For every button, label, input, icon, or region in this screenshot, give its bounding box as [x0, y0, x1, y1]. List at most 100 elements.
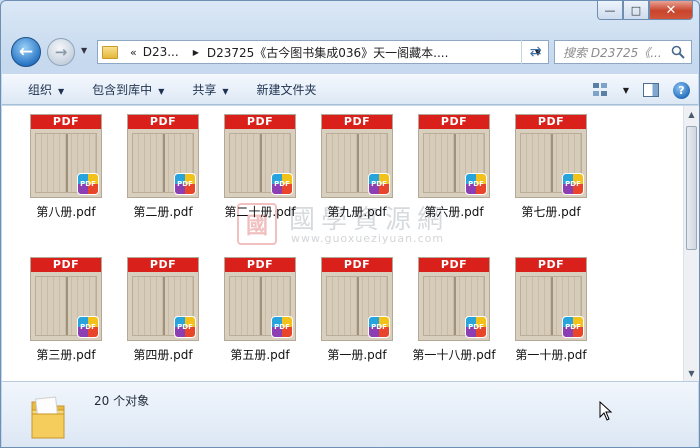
minimize-button[interactable]: — — [597, 1, 623, 20]
help-icon[interactable]: ? — [673, 81, 690, 99]
pdf-thumbnail: PDF PDF — [515, 257, 587, 341]
file-item[interactable]: PDF PDF 第一十八册.pdf — [406, 249, 502, 379]
file-name: 第八册.pdf — [36, 205, 96, 219]
search-placeholder: 搜索 D23725《... — [563, 45, 662, 60]
share-menu[interactable]: 共享 ▼ — [178, 81, 242, 98]
pdf-thumbnail: PDF PDF — [30, 114, 102, 198]
address-bar[interactable]: « D23... ▶ D23725《古今图书集成036》天一阁藏本.... ▼ — [97, 40, 549, 64]
file-item[interactable]: PDF PDF 第二册.pdf — [115, 106, 211, 236]
vertical-scrollbar[interactable]: ▲ ▼ — [683, 106, 699, 381]
file-item[interactable]: PDF PDF 第八册.pdf — [18, 106, 114, 236]
pdf-band-label: PDF — [322, 258, 392, 272]
new-folder-button[interactable]: 新建文件夹 — [243, 81, 331, 98]
pdf-band-label: PDF — [322, 115, 392, 129]
pdf-band-label: PDF — [419, 258, 489, 272]
recent-pages-dropdown[interactable]: ▼ — [81, 46, 87, 55]
file-item[interactable]: PDF PDF 第六册.pdf — [406, 106, 502, 236]
change-view-icon[interactable] — [592, 83, 609, 97]
command-bar: 组织 ▼ 包含到库中 ▼ 共享 ▼ 新建文件夹 ▼ ? — [2, 74, 698, 105]
pdf-band-label: PDF — [516, 258, 586, 272]
pdf-app-icon: PDF — [368, 316, 390, 338]
file-item[interactable]: PDF PDF 第二十册.pdf — [212, 106, 308, 236]
pdf-thumbnail: PDF PDF — [515, 114, 587, 198]
file-item[interactable]: PDF PDF 第一十册.pdf — [503, 249, 599, 379]
pdf-thumbnail: PDF PDF — [127, 257, 199, 341]
file-name: 第二十册.pdf — [224, 205, 296, 219]
back-button[interactable]: ← — [11, 37, 41, 67]
pdf-app-icon: PDF — [77, 173, 99, 195]
file-name: 第四册.pdf — [133, 348, 193, 362]
scrollbar-thumb[interactable] — [686, 126, 697, 250]
pdf-band-label: PDF — [128, 258, 198, 272]
file-name: 第一十八册.pdf — [412, 348, 496, 362]
file-name: 第五册.pdf — [230, 348, 290, 362]
mouse-cursor-icon — [599, 401, 613, 421]
folder-icon — [102, 45, 118, 59]
forward-arrow-icon: → — [54, 43, 68, 61]
chevron-down-icon: ▼ — [58, 87, 65, 96]
refresh-icon: ⇄ — [529, 44, 542, 60]
pdf-thumbnail: PDF PDF — [224, 257, 296, 341]
forward-button[interactable]: → — [47, 38, 75, 66]
scroll-down-arrow-icon[interactable]: ▼ — [684, 365, 699, 381]
pdf-app-icon: PDF — [271, 173, 293, 195]
pdf-app-icon: PDF — [465, 316, 487, 338]
toolbar-right-group: ▼ ? — [592, 75, 690, 105]
address-overflow-chevron[interactable]: « — [130, 46, 137, 59]
file-name: 第一册.pdf — [327, 348, 387, 362]
pdf-app-icon: PDF — [174, 173, 196, 195]
file-name: 第九册.pdf — [327, 205, 387, 219]
explorer-window: — □ ✕ ← → ▼ « D23... ▶ D23725《古今图书集成036》… — [0, 0, 700, 448]
pdf-band-label: PDF — [31, 258, 101, 272]
pdf-band-label: PDF — [225, 115, 295, 129]
search-input[interactable]: 搜索 D23725《... — [554, 40, 692, 64]
back-arrow-icon: ← — [18, 42, 34, 62]
refresh-button[interactable]: ⇄ — [521, 40, 549, 64]
scroll-up-arrow-icon[interactable]: ▲ — [684, 106, 699, 122]
file-item[interactable]: PDF PDF 第一册.pdf — [309, 249, 405, 379]
file-item[interactable]: PDF PDF 第三册.pdf — [18, 249, 114, 379]
pdf-band-label: PDF — [419, 115, 489, 129]
file-item[interactable]: PDF PDF 第四册.pdf — [115, 249, 211, 379]
details-pane: 20 个对象 — [2, 381, 698, 447]
file-item[interactable]: PDF PDF 第五册.pdf — [212, 249, 308, 379]
pdf-app-icon: PDF — [562, 316, 584, 338]
search-icon[interactable] — [671, 45, 685, 59]
file-name: 第六册.pdf — [424, 205, 484, 219]
pdf-app-icon: PDF — [368, 173, 390, 195]
pdf-app-icon: PDF — [562, 173, 584, 195]
maximize-button[interactable]: □ — [623, 1, 649, 20]
address-segment-parent[interactable]: D23... — [143, 45, 179, 59]
pdf-app-icon: PDF — [77, 316, 99, 338]
pdf-thumbnail: PDF PDF — [418, 257, 490, 341]
pdf-band-label: PDF — [128, 115, 198, 129]
item-count: 20 个对象 — [94, 394, 150, 408]
include-in-library-menu[interactable]: 包含到库中 ▼ — [78, 81, 178, 98]
file-name: 第七册.pdf — [521, 205, 581, 219]
file-name: 第一十册.pdf — [515, 348, 587, 362]
pdf-thumbnail: PDF PDF — [321, 114, 393, 198]
navigation-bar: ← → ▼ « D23... ▶ D23725《古今图书集成036》天一阁藏本.… — [1, 34, 699, 70]
pdf-app-icon: PDF — [174, 316, 196, 338]
chevron-down-icon: ▼ — [222, 87, 229, 96]
file-item[interactable]: PDF PDF 第七册.pdf — [503, 106, 599, 236]
file-list[interactable]: 國 國學資源網 www.guoxueziyuan.com PDF PDF 第八册.p… — [2, 106, 683, 381]
file-item[interactable]: PDF PDF 第九册.pdf — [309, 106, 405, 236]
pdf-thumbnail: PDF PDF — [321, 257, 393, 341]
close-button[interactable]: ✕ — [649, 1, 693, 20]
pdf-band-label: PDF — [516, 115, 586, 129]
preview-pane-icon[interactable] — [643, 83, 659, 97]
folder-icon — [31, 396, 65, 439]
pdf-band-label: PDF — [31, 115, 101, 129]
pdf-thumbnail: PDF PDF — [224, 114, 296, 198]
chevron-down-icon: ▼ — [158, 87, 165, 96]
file-name: 第三册.pdf — [36, 348, 96, 362]
view-options-dropdown-icon[interactable]: ▼ — [623, 86, 629, 95]
organize-menu[interactable]: 组织 ▼ — [2, 81, 78, 98]
caption-buttons: — □ ✕ — [597, 1, 693, 21]
breadcrumb-arrow-icon[interactable]: ▶ — [193, 48, 199, 57]
pdf-thumbnail: PDF PDF — [418, 114, 490, 198]
file-name: 第二册.pdf — [133, 205, 193, 219]
address-segment-current[interactable]: D23725《古今图书集成036》天一阁藏本.... — [207, 44, 449, 61]
pdf-app-icon: PDF — [465, 173, 487, 195]
